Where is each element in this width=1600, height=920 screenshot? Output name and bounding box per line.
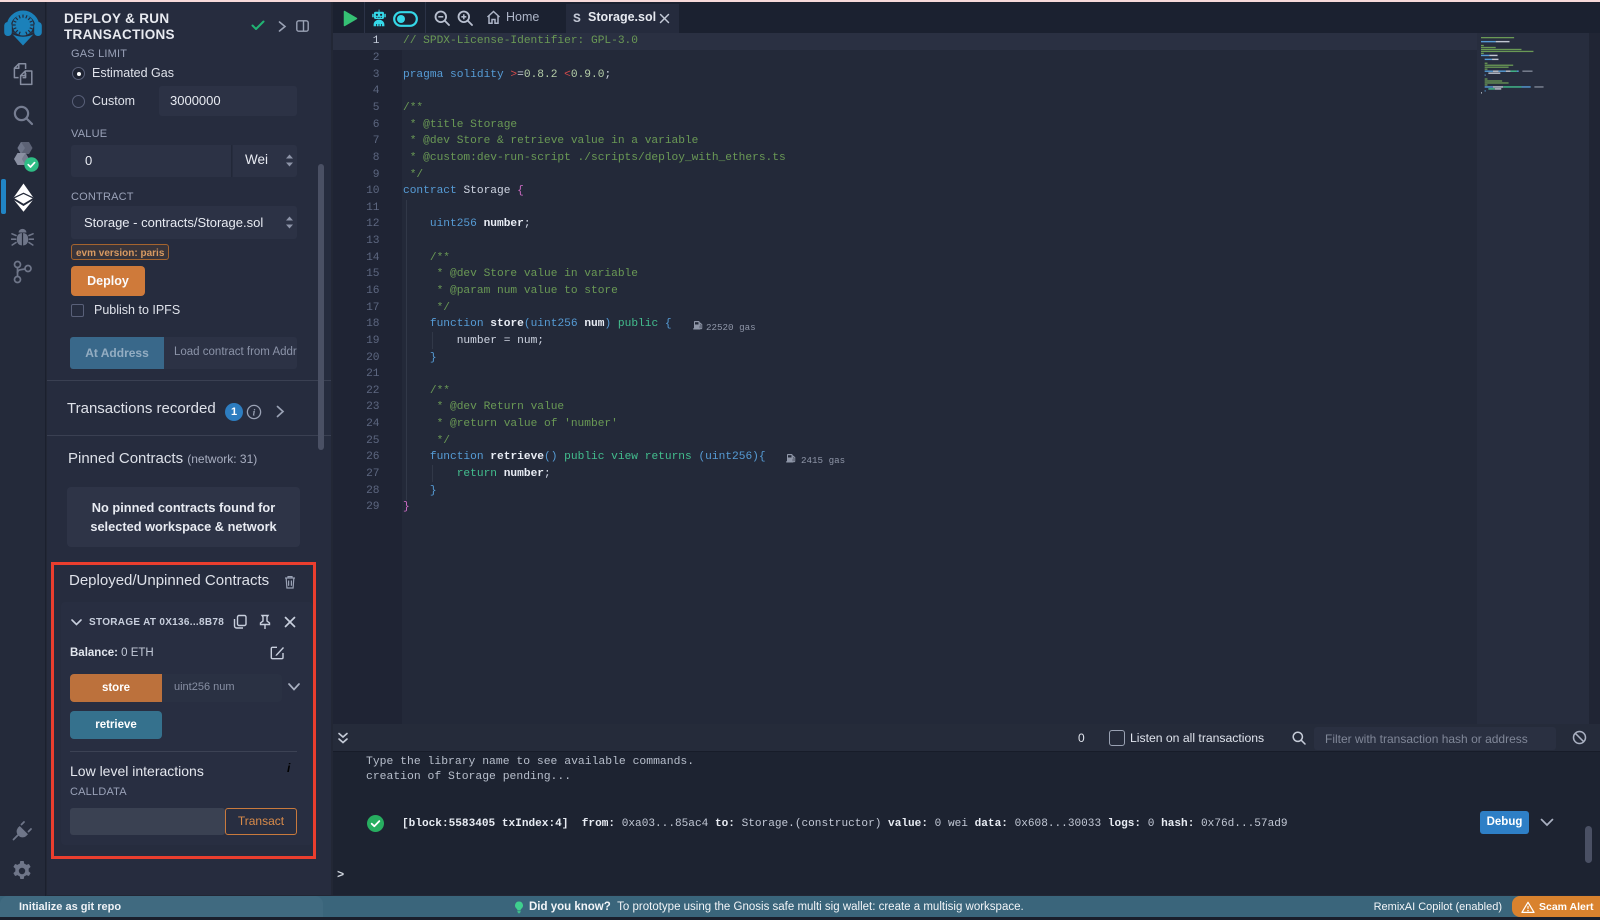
svg-text:i: i [253, 408, 256, 418]
